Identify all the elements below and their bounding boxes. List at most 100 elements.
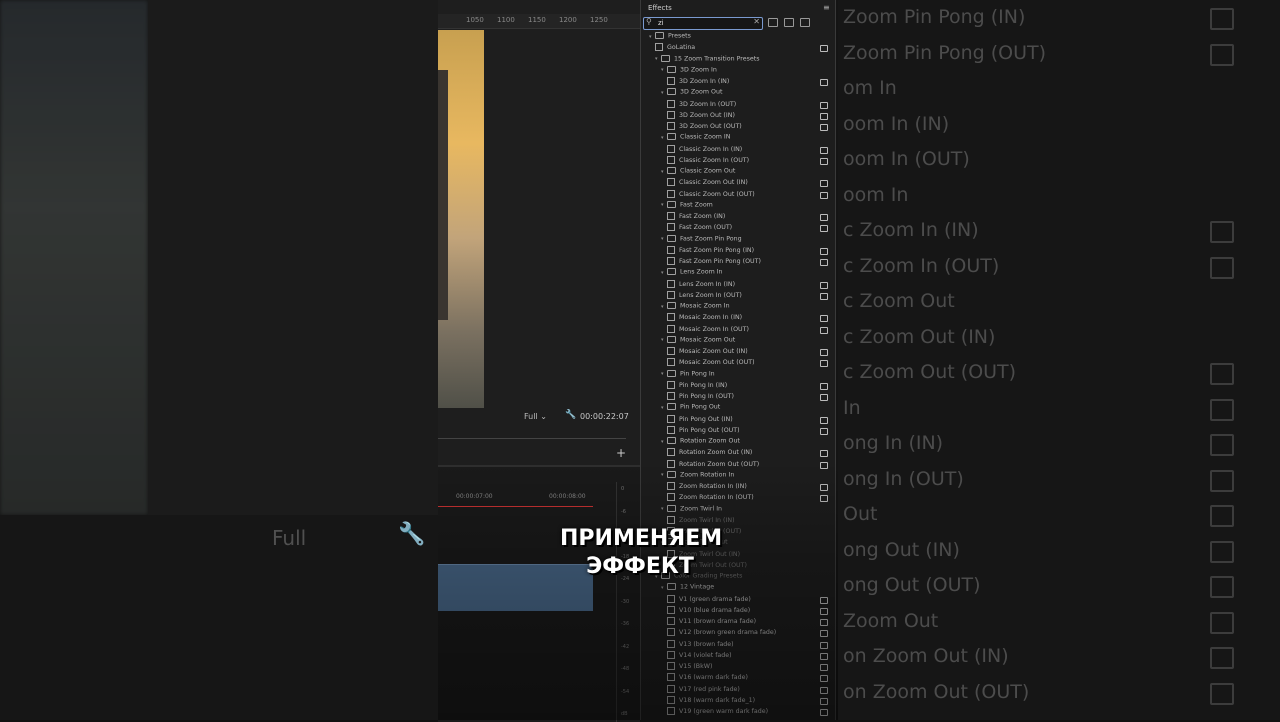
preset-badge-icon: [820, 146, 828, 154]
effects-preset-row[interactable]: Mosaic Zoom In (OUT): [667, 324, 749, 336]
background-ghost-item: c Zoom In (OUT): [843, 254, 1000, 277]
preset-icon: [667, 617, 675, 625]
clear-search-icon[interactable]: ✕: [753, 17, 760, 26]
effects-preset-row[interactable]: Lens Zoom In (IN): [667, 279, 735, 291]
effects-preset-row[interactable]: 3D Zoom In (OUT): [667, 99, 736, 111]
preset-badge-icon: [820, 247, 828, 255]
timeline-ruler[interactable]: 00:00:07:00 00:00:08:00: [438, 489, 598, 503]
effects-folder-row[interactable]: ▾ Zoom Rotation In: [661, 470, 734, 482]
effects-preset-row[interactable]: Mosaic Zoom Out (IN): [667, 347, 748, 358]
folder-icon: [667, 65, 676, 73]
effects-folder-row[interactable]: ▾ 3D Zoom In: [661, 65, 717, 77]
effects-preset-row[interactable]: Zoom Rotation In (IN): [667, 482, 747, 493]
effects-preset-row[interactable]: Rotation Zoom Out (IN): [667, 448, 752, 459]
ruler-tick-label: 1250: [590, 16, 608, 24]
effects-folder-row[interactable]: ▾ Classic Zoom IN: [661, 133, 731, 144]
effects-preset-row[interactable]: Fast Zoom Pin Pong (IN): [667, 245, 755, 257]
background-ghost-badge-icon: [1210, 398, 1234, 421]
effects-folder-row[interactable]: ▾ Rotation Zoom Out: [661, 437, 740, 448]
effects-preset-row[interactable]: Mosaic Zoom Out (OUT): [667, 358, 755, 369]
effects-folder-row[interactable]: ▾ 15 Zoom Transition Presets: [655, 54, 760, 66]
effects-preset-row[interactable]: Pin Pong Out (IN): [667, 414, 733, 426]
timeline-panel: 00:00:07:00 00:00:08:00 0 -6 -12 -18 -24 -30 -3…: [438, 465, 640, 722]
effects-preset-row[interactable]: Pin Pong Out (OUT): [667, 425, 740, 437]
effects-preset-row[interactable]: Pin Pong In (IN): [667, 380, 727, 392]
effects-preset-row[interactable]: V19 (green warm dark fade): [667, 707, 768, 718]
effects-preset-row[interactable]: Classic Zoom Out (OUT): [667, 189, 755, 201]
effects-preset-row[interactable]: Pin Pong In (OUT): [667, 392, 734, 403]
32bit-effects-icon[interactable]: [784, 18, 794, 27]
effects-folder-row[interactable]: ▾ Classic Zoom Out: [661, 167, 735, 178]
background-ghost-badge-icon: [1210, 576, 1234, 598]
preset-icon: [667, 212, 675, 220]
effects-preset-row[interactable]: GoLatina: [655, 43, 695, 54]
add-button-icon[interactable]: +: [616, 446, 626, 460]
effects-preset-row[interactable]: Fast Zoom (OUT): [667, 223, 732, 234]
effects-folder-row[interactable]: ▾ Zoom Twirl In: [661, 504, 722, 516]
tree-item-label: Classic Zoom In (IN): [679, 145, 743, 153]
effects-folder-row[interactable]: ▾ Fast Zoom Pin Pong: [661, 234, 742, 246]
effects-preset-row[interactable]: V13 (brown fade): [667, 639, 734, 651]
effects-preset-row[interactable]: V15 (BkW): [667, 662, 712, 673]
effects-preset-row[interactable]: Fast Zoom (IN): [667, 212, 725, 223]
preset-badge-icon: [820, 180, 828, 188]
effects-preset-row[interactable]: 3D Zoom Out (OUT): [667, 122, 742, 133]
effects-preset-row[interactable]: V17 (red pink fade): [667, 684, 740, 696]
accelerated-effects-icon[interactable]: [768, 18, 778, 27]
effects-preset-row[interactable]: V1 (green drama fade): [667, 594, 751, 606]
effects-preset-row[interactable]: V18 (warm dark fade_1): [667, 695, 756, 707]
tree-item-label: Classic Zoom Out: [680, 167, 736, 175]
folder-icon: [667, 88, 676, 96]
effects-preset-row[interactable]: Classic Zoom In (IN): [667, 144, 743, 156]
effects-preset-row[interactable]: Lens Zoom In (OUT): [667, 290, 742, 302]
preset-icon: [667, 605, 675, 614]
effects-preset-row[interactable]: Rotation Zoom Out (OUT): [667, 459, 759, 471]
effects-preset-row[interactable]: 3D Zoom In (IN): [667, 77, 729, 88]
effects-folder-row[interactable]: ▾ Lens Zoom In: [661, 268, 723, 279]
tree-item-label: Fast Zoom Pin Pong (IN): [679, 246, 755, 254]
playhead-timecode[interactable]: 00:00:22:07: [580, 412, 629, 421]
panel-menu-icon[interactable]: ≡: [823, 3, 830, 12]
effects-folder-row[interactable]: ▾ Fast Zoom: [661, 200, 713, 212]
effects-preset-row[interactable]: V16 (warm dark fade): [667, 673, 748, 684]
monitor-scrub-bar[interactable]: [438, 428, 626, 439]
preset-badge-icon: [820, 461, 828, 469]
folder-icon: [661, 54, 670, 62]
preset-icon: [667, 425, 675, 434]
effects-preset-row[interactable]: 3D Zoom Out (IN): [667, 110, 735, 122]
effects-preset-row[interactable]: Fast Zoom Pin Pong (OUT): [667, 257, 761, 268]
folder-icon: [667, 470, 676, 478]
effects-folder-row[interactable]: ▾ Presets: [649, 32, 691, 43]
effects-preset-row[interactable]: Classic Zoom Out (IN): [667, 178, 748, 189]
resolution-select[interactable]: Full ⌄: [524, 412, 547, 421]
preset-badge-icon: [820, 495, 828, 503]
effects-folder-row[interactable]: ▾ Pin Pong In: [661, 369, 715, 381]
effects-folder-row[interactable]: ▾ Mosaic Zoom Out: [661, 335, 735, 347]
background-ghost-badge-icon: [1210, 256, 1234, 279]
effects-preset-row[interactable]: V14 (violet fade): [667, 650, 732, 662]
effects-folder-row[interactable]: ▾ Mosaic Zoom In: [661, 302, 730, 313]
effects-folder-row[interactable]: ▾ 3D Zoom Out: [661, 88, 722, 99]
meter-tick-label: -48: [621, 666, 630, 672]
settings-wrench-icon[interactable]: 🔧: [565, 410, 576, 420]
effects-preset-row[interactable]: V12 (brown green drama fade): [667, 628, 776, 639]
effects-folder-row[interactable]: ▾ 12 Vintage: [661, 583, 714, 594]
effects-search-input[interactable]: [658, 18, 746, 28]
background-ghost-item: oom In (OUT): [843, 148, 970, 170]
background-ghost-badge-icon: [1210, 43, 1234, 66]
preset-badge-icon: [820, 292, 828, 300]
effects-search[interactable]: ⚲ ✕: [643, 17, 763, 30]
preset-icon: [667, 707, 675, 715]
effects-preset-row[interactable]: V11 (brown drama fade): [667, 617, 756, 628]
effects-preset-row[interactable]: Mosaic Zoom In (IN): [667, 313, 742, 324]
tree-item-label: V18 (warm dark fade_1): [679, 696, 756, 704]
effects-preset-row[interactable]: Classic Zoom In (OUT): [667, 155, 749, 167]
effects-preset-row[interactable]: Zoom Rotation In (OUT): [667, 493, 754, 504]
preset-badge-icon: [820, 79, 828, 86]
effects-folder-row[interactable]: ▾ Pin Pong Out: [661, 403, 720, 414]
yuv-effects-icon[interactable]: [800, 18, 810, 27]
background-ghost-item: c Zoom Out: [843, 290, 955, 312]
tree-item-label: Pin Pong Out (IN): [679, 415, 733, 423]
effects-preset-row[interactable]: V10 (blue drama fade): [667, 605, 750, 617]
background-ghost-item: Zoom Pin Pong (OUT): [843, 41, 1047, 64]
